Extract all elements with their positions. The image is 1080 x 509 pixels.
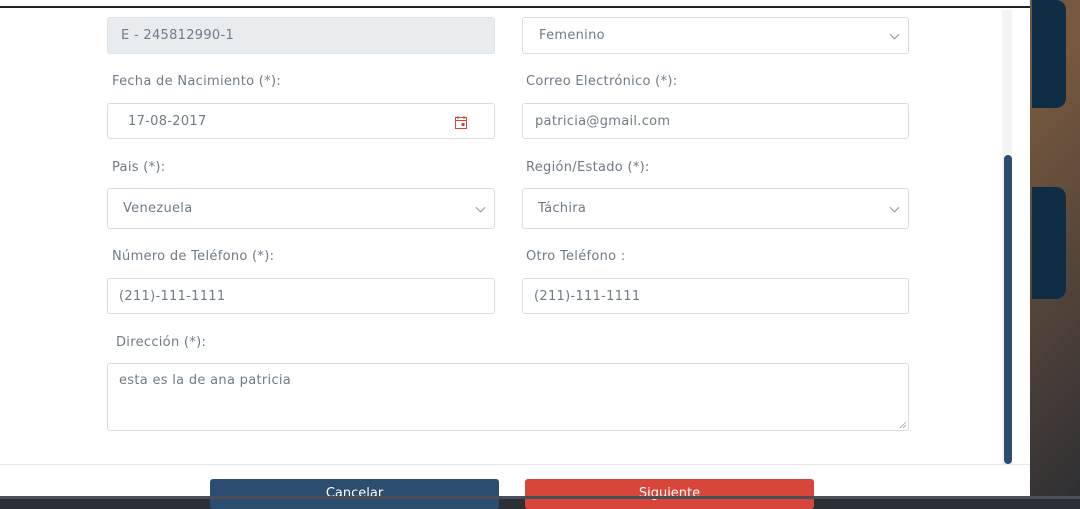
- genero-select[interactable]: Femenino: [522, 17, 909, 54]
- pais-value: Venezuela: [123, 201, 193, 216]
- direccion-label: Dirección (*):: [116, 335, 207, 350]
- correo-input[interactable]: patricia@gmail.com: [522, 103, 909, 139]
- fecha-label: Fecha de Nacimiento (*):: [112, 74, 282, 89]
- cedula-value: E - 245812990-1: [121, 28, 235, 43]
- correo-value: patricia@gmail.com: [535, 113, 671, 129]
- pais-select[interactable]: Venezuela: [107, 188, 495, 229]
- background-card: [1032, 187, 1066, 299]
- region-value: Táchira: [538, 201, 587, 216]
- scrollbar-thumb[interactable]: [1004, 155, 1012, 464]
- pais-label: Pais (*):: [112, 160, 166, 175]
- telefono-label: Número de Teléfono (*):: [112, 249, 275, 264]
- region-label: Región/Estado (*):: [526, 160, 650, 175]
- fecha-value: 17-08-2017: [128, 113, 207, 129]
- region-select[interactable]: Táchira: [522, 188, 909, 229]
- telefono-value: (211)-111-1111: [119, 288, 226, 304]
- calendar-icon[interactable]: [455, 116, 467, 129]
- otro-telefono-input[interactable]: (211)-111-1111: [522, 278, 909, 314]
- next-button[interactable]: Siguiente: [525, 479, 814, 509]
- modal-top-border: [0, 6, 1030, 8]
- genero-value: Femenino: [539, 28, 605, 43]
- direccion-textarea[interactable]: esta es la de ana patricia: [107, 363, 909, 431]
- chevron-down-icon: [475, 202, 486, 213]
- chevron-down-icon: [889, 202, 900, 213]
- otro-telefono-label: Otro Teléfono :: [526, 249, 626, 264]
- cancel-button[interactable]: Cancelar: [210, 479, 499, 509]
- modal-footer-divider: [0, 464, 1030, 465]
- telefono-input[interactable]: (211)-111-1111: [107, 278, 495, 314]
- otro-telefono-value: (211)-111-1111: [534, 288, 641, 304]
- chevron-down-icon: [889, 29, 900, 40]
- background-card: [1032, 0, 1066, 108]
- fecha-input[interactable]: 17-08-2017: [107, 103, 495, 139]
- correo-label: Correo Electrónico (*):: [526, 74, 678, 89]
- registration-modal: E - 245812990-1 Femenino Fecha de Nacimi…: [0, 0, 1030, 509]
- cedula-field: E - 245812990-1: [107, 17, 495, 54]
- resize-handle-icon[interactable]: [899, 421, 907, 429]
